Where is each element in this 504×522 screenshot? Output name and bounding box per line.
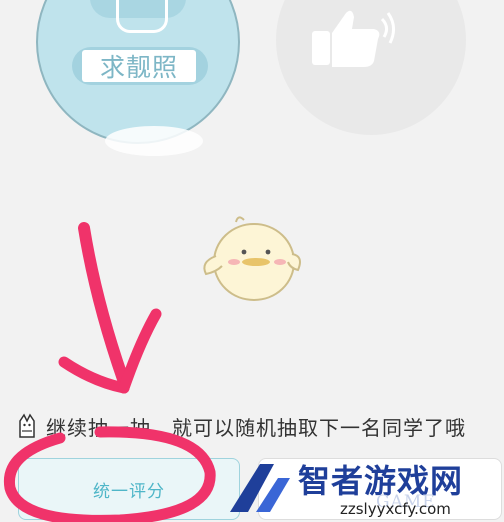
hand-icon [116,0,168,33]
thumbs-up-icon [312,10,395,67]
annotation-arrow-icon [58,222,162,394]
like-button[interactable] [276,0,466,135]
chick-mascot-icon [203,216,301,301]
annotation-circle-icon [3,426,216,522]
ask-photo-label: 求靓照 [82,50,196,82]
watermark-logo-icon [230,464,290,512]
ask-photo-button[interactable]: 求靓照 [36,0,240,144]
watermark-site: zzslyyxcfy.com [340,500,451,518]
white-smudge [105,126,203,156]
watermark: 智者游戏网 GAME zzslyyxcfy.com [226,456,504,522]
